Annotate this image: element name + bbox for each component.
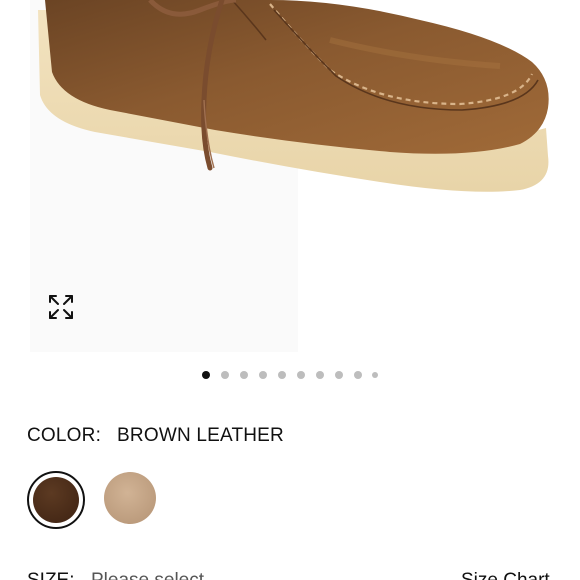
product-image[interactable] <box>0 0 580 352</box>
carousel-dot[interactable] <box>259 371 267 379</box>
carousel-dot[interactable] <box>354 371 362 379</box>
size-chart-link[interactable]: Size Chart <box>461 570 550 580</box>
carousel-dot[interactable] <box>278 371 286 379</box>
carousel-dot[interactable] <box>372 372 378 378</box>
swatch-brown-leather[interactable] <box>27 471 85 529</box>
carousel-dot[interactable] <box>221 371 229 379</box>
size-select[interactable]: Please select <box>91 570 204 580</box>
carousel-dot[interactable] <box>297 371 305 379</box>
carousel-dot[interactable] <box>240 371 248 379</box>
swatch-tan-suede-color <box>104 472 156 524</box>
swatch-tan-suede[interactable] <box>104 472 156 524</box>
carousel-dot[interactable] <box>335 371 343 379</box>
size-label: SIZE: <box>27 570 75 580</box>
selected-color-name: BROWN LEATHER <box>117 425 284 446</box>
expand-image-button[interactable] <box>46 292 86 332</box>
carousel-dot[interactable] <box>202 371 210 379</box>
color-label: COLOR: <box>27 425 102 446</box>
swatch-brown-leather-color <box>33 477 79 523</box>
carousel-dots <box>0 368 580 382</box>
size-row: SIZE: Please select Size Chart <box>27 570 557 580</box>
carousel-dot[interactable] <box>316 371 324 379</box>
product-page: COLOR: BROWN LEATHER SIZE: Please select… <box>0 0 580 580</box>
shoe-illustration <box>30 0 549 352</box>
color-selection-row: COLOR: BROWN LEATHER <box>27 424 284 448</box>
expand-arrows-icon <box>49 295 73 319</box>
